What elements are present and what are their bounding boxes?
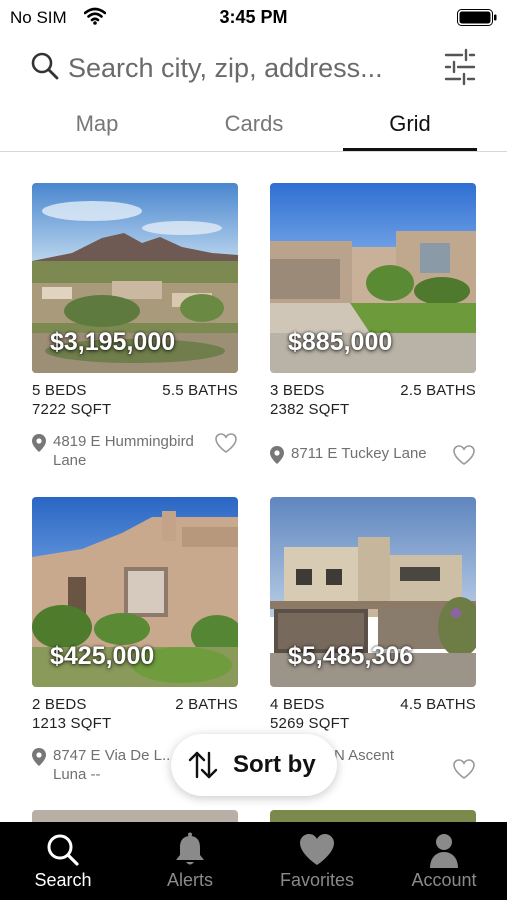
- listing-sqft: 2382 SQFT: [270, 401, 350, 418]
- search-icon: [43, 830, 83, 870]
- listing-baths: 2.5 BATHS: [400, 382, 476, 399]
- bell-icon: [170, 830, 210, 870]
- filter-sliders-icon[interactable]: [444, 48, 476, 91]
- bottom-nav: Search Alerts Favorites Account: [0, 822, 507, 900]
- favorite-heart-icon[interactable]: [452, 444, 476, 471]
- listing-beds: 5 BEDS: [32, 382, 87, 399]
- sort-button[interactable]: Sort by: [171, 734, 337, 796]
- listing-address: 4819 E Hummingbird Lane: [53, 433, 194, 469]
- listing-address: 8711 E Tuckey Lane: [291, 445, 427, 462]
- listing-sqft: 1213 SQFT: [32, 715, 112, 732]
- listing-photo[interactable]: $425,000: [32, 497, 238, 687]
- location-pin-icon: [32, 434, 46, 457]
- favorite-heart-icon[interactable]: [452, 758, 476, 785]
- tab-cards[interactable]: Cards: [179, 106, 329, 151]
- listing-baths: 5.5 BATHS: [162, 382, 238, 399]
- nav-label: Search: [34, 870, 92, 890]
- listing-sqft: 7222 SQFT: [32, 401, 112, 418]
- nav-favorites[interactable]: Favorites: [254, 822, 380, 900]
- listing-card[interactable]: $3,195,000 5 BEDS 5.5 BATHS 7222 SQFT 48…: [32, 183, 238, 472]
- search-bar: [0, 44, 507, 94]
- nav-label: Account: [411, 870, 477, 890]
- listing-photo[interactable]: $3,195,000: [32, 183, 238, 373]
- person-icon: [424, 830, 464, 870]
- listing-card[interactable]: $885,000 3 BEDS 2.5 BATHS 2382 SQFT 8711…: [270, 183, 476, 472]
- nav-search[interactable]: Search: [0, 822, 126, 900]
- listing-address: N Ascent: [334, 747, 395, 764]
- search-icon: [30, 51, 60, 86]
- tab-grid[interactable]: Grid: [343, 106, 477, 151]
- sort-arrows-icon: [187, 750, 219, 785]
- nav-account[interactable]: Account: [381, 822, 507, 900]
- listing-photo[interactable]: $5,485,306: [270, 497, 476, 687]
- listing-price: $3,195,000: [50, 328, 176, 356]
- clock: 3:45 PM: [219, 7, 288, 27]
- listing-photo[interactable]: $885,000: [270, 183, 476, 373]
- listing-price: $425,000: [50, 642, 155, 670]
- status-bar: No SIM 3:45 PM: [0, 0, 507, 34]
- location-pin-icon: [32, 748, 46, 771]
- nav-alerts[interactable]: Alerts: [127, 822, 253, 900]
- battery-icon: [457, 9, 497, 26]
- listing-beds: 3 BEDS: [270, 382, 325, 399]
- view-tabs: Map Cards Grid: [0, 106, 507, 152]
- listing-sqft: 5269 SQFT: [270, 715, 350, 732]
- search-input[interactable]: [68, 50, 428, 86]
- listing-beds: 2 BEDS: [32, 696, 87, 713]
- favorite-heart-icon[interactable]: [214, 432, 238, 459]
- location-pin-icon: [270, 446, 284, 469]
- sort-label: Sort by: [233, 751, 316, 778]
- listing-price: $885,000: [288, 328, 393, 356]
- listing-baths: 4.5 BATHS: [400, 696, 476, 713]
- listing-beds: 4 BEDS: [270, 696, 325, 713]
- listing-price: $5,485,306: [288, 642, 414, 670]
- tab-map[interactable]: Map: [22, 106, 172, 151]
- nav-label: Favorites: [279, 870, 355, 890]
- nav-label: Alerts: [166, 870, 213, 890]
- heart-icon: [297, 830, 337, 870]
- listing-baths: 2 BATHS: [175, 696, 238, 713]
